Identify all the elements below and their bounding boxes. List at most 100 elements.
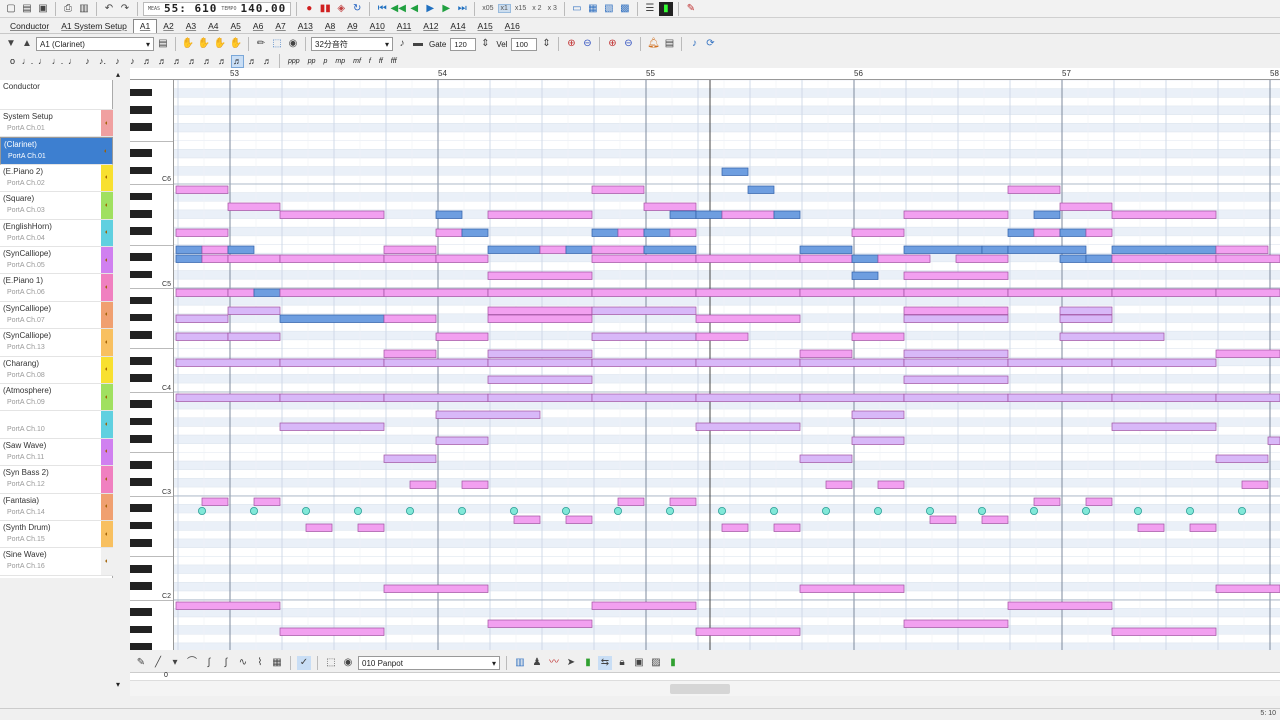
zoom-out-icon[interactable]: ⊖ — [580, 37, 594, 51]
note[interactable] — [851, 410, 905, 419]
tab-a10[interactable]: A10 — [364, 19, 391, 33]
pencil-icon[interactable]: ✏ — [254, 37, 268, 51]
speaker-icon[interactable]: ◐ — [105, 476, 109, 483]
note[interactable] — [1033, 210, 1061, 219]
sync-icon[interactable]: ⟳ — [703, 37, 717, 51]
pin-icon[interactable]: ♟ — [530, 656, 544, 670]
note[interactable] — [591, 288, 697, 297]
note[interactable] — [175, 601, 281, 610]
note[interactable] — [227, 306, 281, 315]
back-icon[interactable]: ◀ — [407, 2, 421, 16]
note-length-10-icon[interactable]: ♬ — [141, 55, 154, 68]
note[interactable] — [227, 254, 281, 263]
speaker-icon[interactable]: ◐ — [105, 531, 109, 538]
note[interactable] — [1215, 288, 1280, 297]
tab-a2[interactable]: A2 — [157, 19, 179, 33]
note[interactable] — [1059, 202, 1113, 211]
note[interactable] — [773, 210, 801, 219]
tab-a3[interactable]: A3 — [180, 19, 202, 33]
note[interactable] — [383, 288, 489, 297]
tab-a5[interactable]: A5 — [225, 19, 247, 33]
note[interactable] — [487, 210, 593, 219]
speaker-icon[interactable]: ◐ — [105, 503, 109, 510]
cascade-icon[interactable]: ▧ — [602, 2, 616, 16]
note[interactable] — [1007, 358, 1113, 367]
track-item[interactable]: (Square) PortA Ch.03 ◐ — [0, 192, 113, 220]
tab-a6[interactable]: A6 — [247, 19, 269, 33]
loop-region-icon[interactable]: ⇆ — [598, 656, 612, 670]
track-color-chip[interactable]: ◐ — [101, 466, 113, 493]
note[interactable] — [357, 523, 385, 532]
speaker-icon[interactable]: ◐ — [105, 421, 109, 428]
gate-icon[interactable]: ▬ — [411, 37, 425, 51]
save-icon[interactable]: ▣ — [36, 2, 50, 16]
note[interactable] — [1111, 288, 1217, 297]
control-point[interactable] — [1186, 506, 1195, 515]
note[interactable] — [1111, 210, 1217, 219]
note[interactable] — [721, 210, 775, 219]
note-length-15-icon[interactable]: ♬ — [216, 55, 229, 68]
track-settings-icon[interactable]: ▤ — [156, 37, 170, 51]
vertical-scrollbar[interactable]: ▴ ▾ — [113, 68, 127, 694]
note[interactable] — [721, 523, 749, 532]
track-item[interactable]: (SynCalliope) PortA Ch.07 ◐ — [0, 301, 113, 330]
measure-ruler[interactable]: 53 54 55 56 57 58 — [130, 68, 1280, 80]
zoom-out-v-icon[interactable]: ⊖ — [621, 37, 635, 51]
tab-a11[interactable]: A11 — [391, 19, 418, 33]
note[interactable] — [799, 393, 905, 402]
tab-a12[interactable]: A12 — [417, 19, 444, 33]
controller-strip[interactable]: 0 — [130, 672, 1280, 680]
speed-x15[interactable]: x15 — [513, 5, 528, 12]
note[interactable] — [1085, 254, 1113, 263]
layout-icon[interactable]: ▤ — [662, 37, 676, 51]
note-length-1-icon[interactable]: o — [6, 55, 19, 68]
control-point[interactable] — [874, 506, 883, 515]
note[interactable] — [461, 480, 489, 489]
track-color-chip[interactable]: ◐ — [101, 219, 113, 246]
speaker-icon[interactable]: ◐ — [105, 366, 109, 373]
line-icon[interactable]: ╱ — [151, 656, 165, 670]
print-icon[interactable]: ⎙ — [61, 2, 75, 16]
note[interactable] — [435, 254, 489, 263]
note[interactable] — [1059, 228, 1087, 237]
note[interactable] — [669, 497, 697, 506]
note-length-8-icon[interactable]: ♪ — [111, 55, 124, 68]
curve4-icon[interactable]: ∿ — [236, 656, 250, 670]
track-color-chip[interactable]: ◐ — [101, 493, 113, 520]
note[interactable] — [747, 185, 775, 194]
note[interactable] — [591, 228, 619, 237]
dynamic-ppp[interactable]: ppp — [285, 58, 303, 65]
speed-x1[interactable]: x1 — [497, 4, 511, 13]
note[interactable] — [383, 254, 437, 263]
note[interactable] — [1085, 497, 1113, 506]
track-color-chip[interactable]: ◐ — [101, 301, 113, 329]
note[interactable] — [383, 454, 437, 463]
note[interactable] — [695, 254, 801, 263]
dynamic-mf[interactable]: mf — [350, 58, 364, 65]
meter-icon[interactable]: ▮ — [658, 1, 673, 16]
track-item[interactable]: (Charang) PortA Ch.08 ◐ — [0, 356, 113, 384]
note[interactable] — [435, 210, 463, 219]
chevron-down-icon[interactable]: ▾ — [168, 656, 182, 670]
note[interactable] — [643, 202, 697, 211]
note[interactable] — [591, 332, 697, 341]
control-point[interactable] — [1082, 506, 1091, 515]
control-point[interactable] — [718, 506, 727, 515]
note[interactable] — [591, 306, 697, 315]
track-item[interactable]: (E.Piano 2) PortA Ch.02 ◐ — [0, 164, 113, 193]
note[interactable] — [1137, 523, 1165, 532]
track-item[interactable]: Conductor — [0, 80, 113, 110]
eraser-icon[interactable]: ◉ — [286, 37, 300, 51]
note[interactable] — [591, 393, 697, 402]
control-point[interactable] — [561, 506, 570, 515]
note[interactable] — [695, 210, 723, 219]
punch-icon[interactable]: ◈ — [334, 2, 348, 16]
speaker-icon[interactable]: ◐ — [105, 284, 109, 291]
track-color-chip[interactable]: ◐ — [101, 192, 113, 219]
note[interactable] — [1111, 245, 1217, 254]
speaker-icon[interactable]: ◐ — [105, 202, 109, 209]
note-icon[interactable]: ♪ — [395, 37, 409, 51]
note[interactable] — [903, 349, 1009, 358]
track-item[interactable]: (SynCalliope) PortA Ch.13 ◐ — [0, 329, 113, 357]
select-rect-icon[interactable]: ⬚ — [270, 37, 284, 51]
